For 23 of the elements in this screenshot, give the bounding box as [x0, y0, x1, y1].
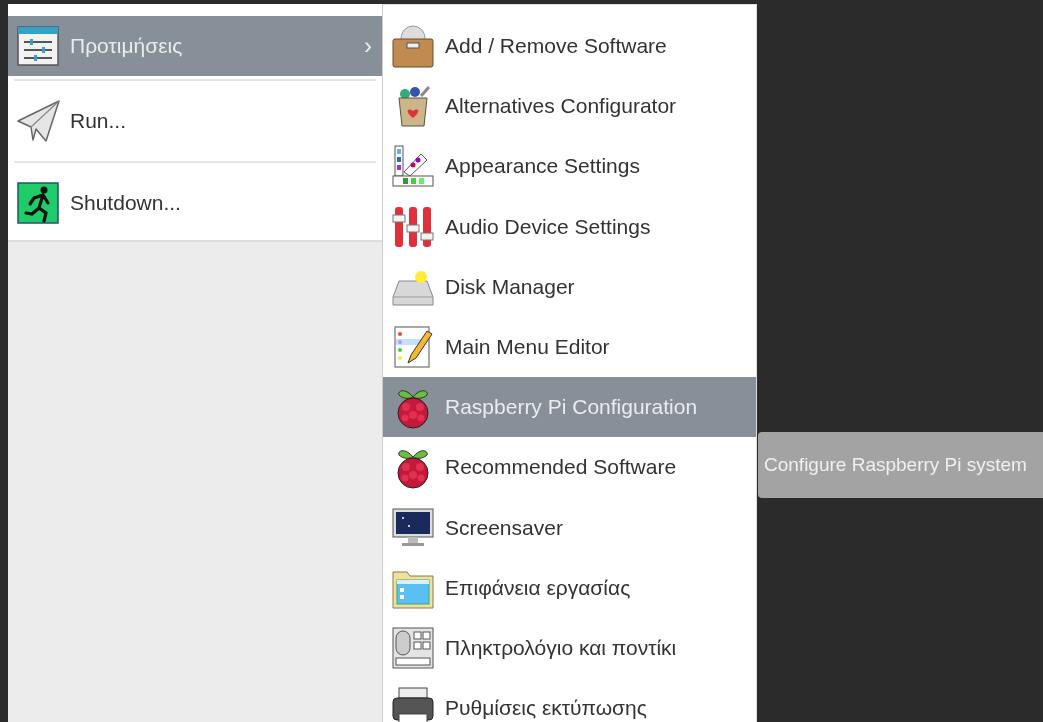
running-man-icon [16, 181, 60, 225]
submenu-item[interactable]: Add / Remove Software [383, 16, 756, 77]
submenu-item[interactable]: Audio Device Settings [383, 196, 756, 257]
tooltip: Configure Raspberry Pi system [758, 432, 1043, 498]
submenu-arrow: › [364, 32, 373, 60]
submenu-item[interactable]: Screensaver [383, 497, 756, 558]
submenu-item[interactable]: Alternatives Configurator [383, 76, 756, 137]
box-icon [391, 24, 435, 69]
submenu-item[interactable]: Main Menu Editor [383, 316, 756, 378]
list-pencil-icon [391, 325, 435, 370]
submenu-item[interactable]: Πληκτρολόγιο και ποντίκι [383, 617, 756, 679]
color-swatch-icon [391, 144, 435, 189]
paper-plane-icon [16, 99, 60, 143]
keyboard-mouse-icon [391, 625, 435, 670]
submenu-item[interactable]: Disk Manager [383, 256, 756, 317]
submenu-item[interactable]: Ρυθμίσεις εκτύπωσης [383, 678, 756, 722]
menu-item[interactable]: Run... [8, 84, 382, 158]
sliders-window-icon [16, 24, 60, 68]
sliders-icon [391, 204, 435, 249]
submenu-item[interactable]: Επιφάνεια εργασίας [383, 557, 756, 618]
submenu-item[interactable]: Recommended Software [383, 437, 756, 498]
menu-item[interactable]: Shutdown... [8, 166, 382, 240]
submenu-item[interactable]: Appearance Settings [383, 136, 756, 197]
